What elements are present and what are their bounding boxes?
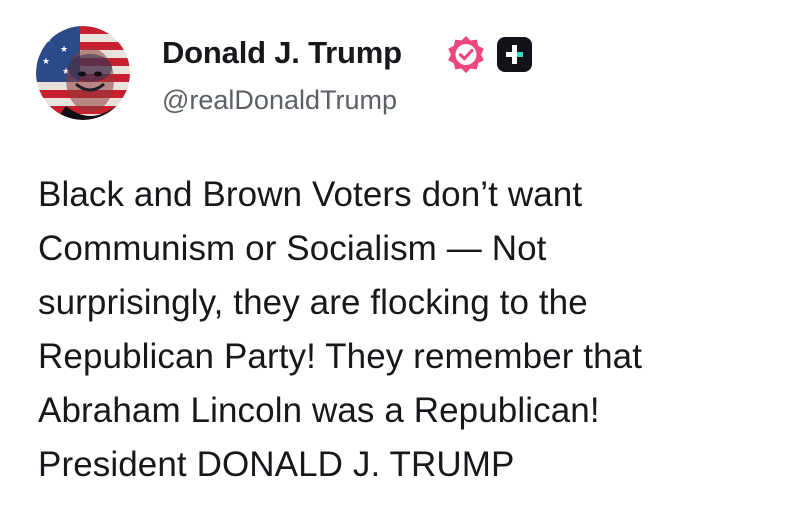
author-display-name[interactable]: Donald J. Trump: [162, 33, 402, 73]
svg-text:★: ★: [60, 45, 68, 55]
post-body-text: Black and Brown Voters don’t want Commun…: [38, 175, 643, 484]
verified-badge-icon: [446, 34, 486, 74]
svg-text:★: ★: [42, 57, 50, 67]
flag-portrait-avatar-icon: ★ ★ ★ ★: [36, 26, 130, 120]
avatar[interactable]: ★ ★ ★ ★: [36, 26, 130, 120]
truth-social-app-icon: [497, 37, 532, 72]
post-card: ★ ★ ★ ★ Donald J. Trump @realDonaldTrump…: [0, 0, 800, 522]
author-handle[interactable]: @realDonaldTrump: [162, 82, 397, 118]
svg-text:★: ★: [44, 35, 52, 45]
